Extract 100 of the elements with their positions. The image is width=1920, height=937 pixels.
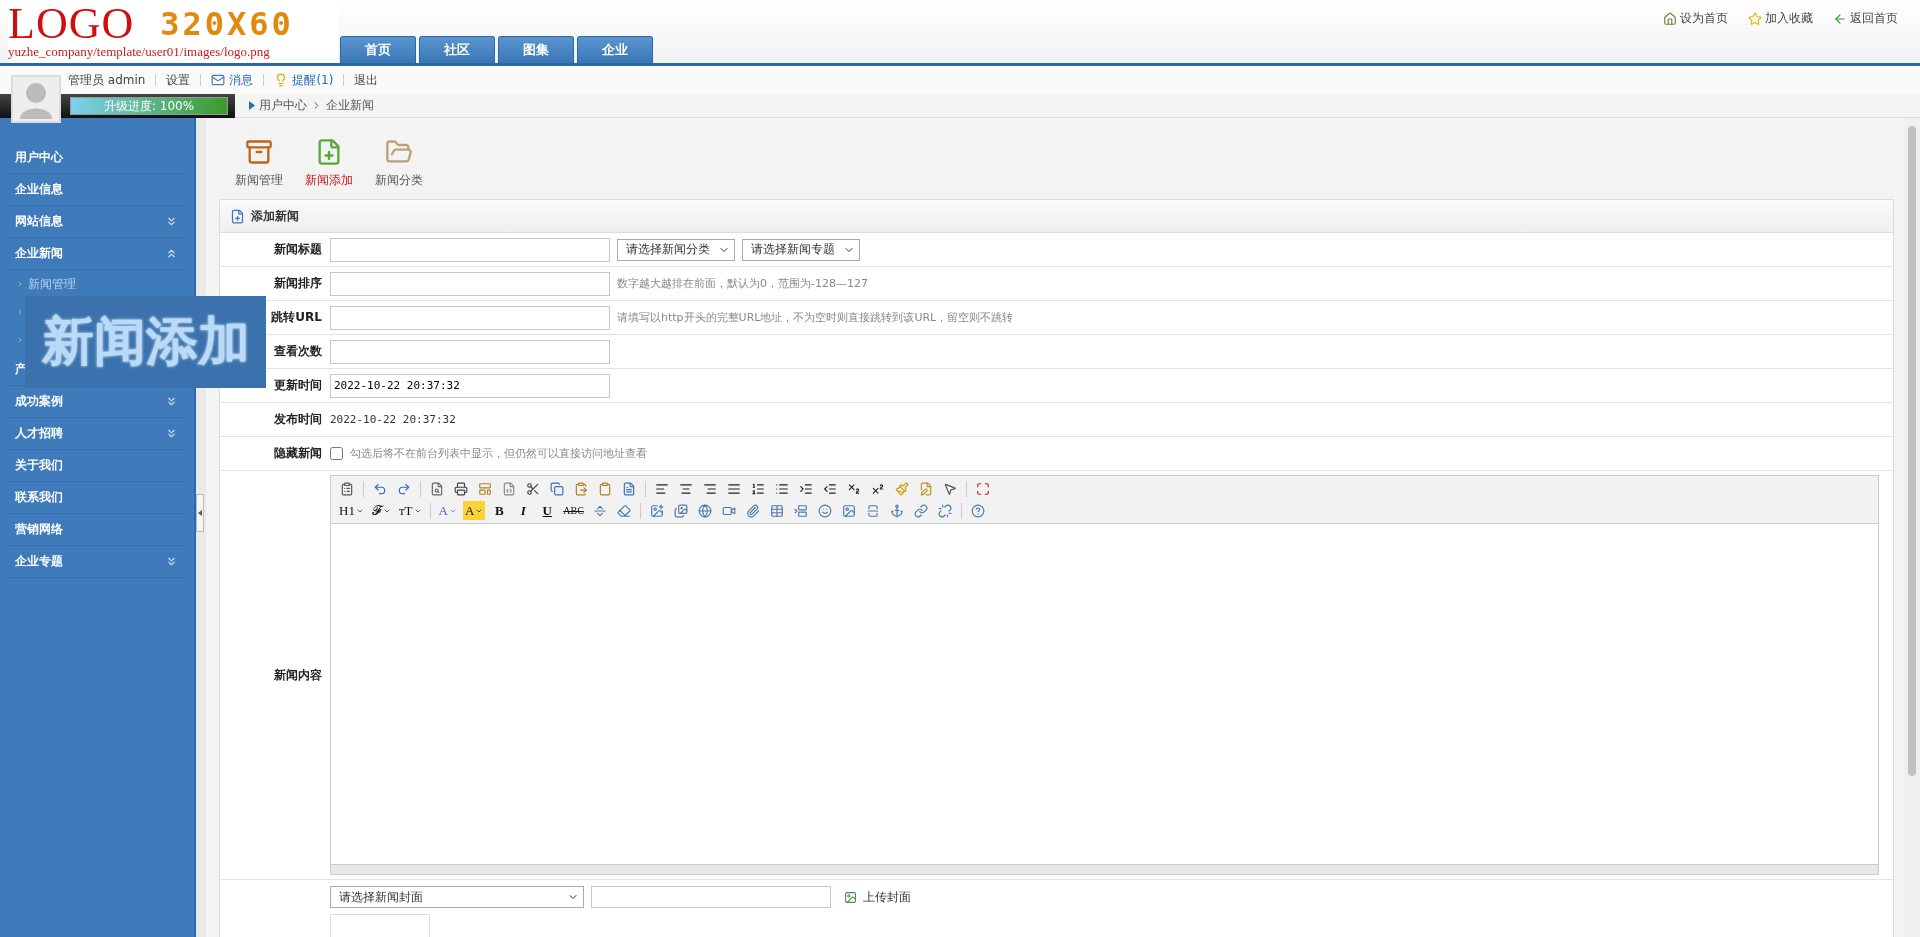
- input-field[interactable]: [330, 237, 610, 262]
- dropdown[interactable]: 请选择新闻封面: [330, 886, 584, 908]
- code-icon: [502, 481, 516, 496]
- top-link[interactable]: 返回首页: [1833, 10, 1898, 27]
- upload-button[interactable]: 上传封面: [838, 887, 917, 907]
- user-menu-link[interactable]: 提醒(1): [274, 71, 334, 89]
- rich-text-editor[interactable]: H1 𝓕 тT A A B I U ABC: [330, 475, 1879, 875]
- top-link[interactable]: 设为首页: [1663, 10, 1728, 27]
- template-icon: [478, 481, 492, 496]
- align-right-icon: [703, 481, 717, 496]
- bold-button[interactable]: B: [489, 501, 510, 520]
- chevron-icon: [16, 308, 24, 316]
- link-icon: [913, 503, 928, 518]
- attachment-icon: [745, 503, 760, 518]
- hint-text: 勾选后将不在前台列表中显示，但仍然可以直接访问地址查看: [350, 446, 647, 461]
- checkbox[interactable]: [330, 447, 343, 460]
- brush-icon: [895, 481, 909, 496]
- globe-icon: [697, 503, 712, 518]
- preview-icon: [430, 481, 444, 496]
- triangle-icon: [249, 101, 255, 110]
- italic-button[interactable]: I: [513, 501, 534, 520]
- tool-button[interactable]: 新闻分类: [371, 134, 427, 193]
- user-menu-link[interactable]: 退出: [354, 71, 379, 89]
- sidebar-item[interactable]: 网站信息: [8, 206, 186, 238]
- insert-row-icon: [793, 503, 808, 518]
- mail-icon: [211, 73, 226, 87]
- user-menu-link[interactable]: 管理员 admin: [68, 71, 146, 89]
- underline-button[interactable]: U: [537, 501, 558, 520]
- sidebar-item[interactable]: 人才招聘: [8, 418, 186, 450]
- field-label: 新闻排序: [274, 275, 322, 292]
- align-left-icon: [655, 481, 669, 496]
- table-icon: [769, 503, 784, 518]
- copy-icon: [550, 481, 564, 496]
- format-menu-button[interactable]: A: [436, 501, 459, 520]
- paste-document-icon: [622, 481, 636, 496]
- sidebar-item[interactable]: 企业信息: [8, 174, 186, 206]
- bullet-list-icon: [775, 481, 789, 496]
- document-edit-icon: [919, 481, 933, 496]
- user-menu-link[interactable]: 消息: [211, 71, 254, 89]
- breadcrumb-item: 企业新闻: [326, 97, 374, 114]
- align-center-icon: [679, 481, 693, 496]
- sidebar-item[interactable]: 企业新闻: [8, 238, 186, 270]
- breadcrumb-item[interactable]: 用户中心: [259, 97, 307, 114]
- highlight-button[interactable]: A: [462, 501, 486, 520]
- hint-text: 请填写以http开头的完整URL地址，不为空时则直接跳转到该URL，留空则不跳转: [617, 310, 1014, 325]
- chevron-icon: [16, 280, 24, 288]
- smiley-icon: [817, 503, 832, 518]
- tool-button[interactable]: 新闻添加: [301, 134, 357, 193]
- collapse-handle[interactable]: [196, 493, 204, 532]
- format-menu-button[interactable]: тT: [396, 501, 424, 520]
- field-label: 跳转URL: [271, 309, 322, 326]
- sidebar-item[interactable]: 用户中心: [8, 142, 186, 174]
- nav-tab[interactable]: 图集: [498, 36, 574, 63]
- outdent-icon: [823, 481, 837, 496]
- sidebar-item[interactable]: 企业专题: [8, 546, 186, 578]
- strikethrough-button[interactable]: ABC: [561, 501, 586, 520]
- format-menu-button[interactable]: 𝓕: [369, 501, 393, 520]
- print-icon: [454, 481, 468, 496]
- field-label: 发布时间: [274, 411, 322, 428]
- top-link[interactable]: 加入收藏: [1748, 10, 1813, 27]
- image-icon: [844, 890, 857, 904]
- images-icon: [673, 503, 688, 518]
- hover-tooltip: 新闻添加: [25, 296, 266, 388]
- house-icon: [1663, 11, 1677, 26]
- dropdown[interactable]: 请选择新闻分类: [617, 238, 735, 261]
- sidebar-item[interactable]: 关于我们: [8, 450, 186, 482]
- tool-button[interactable]: 新闻管理: [231, 134, 287, 193]
- sidebar-item[interactable]: 联系我们: [8, 482, 186, 514]
- format-menu-button[interactable]: H1: [337, 501, 366, 520]
- field-label: 隐藏新闻: [274, 445, 322, 462]
- user-menu-link[interactable]: 设置: [166, 71, 191, 89]
- input-field[interactable]: [330, 305, 610, 330]
- input-field[interactable]: [330, 339, 610, 364]
- nav-tab[interactable]: 企业: [577, 36, 653, 63]
- document-add-icon: [230, 208, 245, 224]
- unlink-icon: [937, 503, 952, 518]
- page-break-icon: [865, 503, 880, 518]
- field-label: 新闻标题: [274, 241, 322, 258]
- cabinet-icon: [245, 138, 273, 166]
- input-field[interactable]: [591, 886, 831, 908]
- nav-tab[interactable]: 首页: [340, 36, 416, 63]
- anchor-icon: [889, 503, 904, 518]
- sidebar-item[interactable]: 营销网络: [8, 514, 186, 546]
- dotted-rule-icon: [592, 503, 607, 518]
- help-icon: [970, 503, 985, 518]
- redo-icon: [397, 481, 411, 496]
- field-value: 2022-10-22 20:37:32: [330, 413, 456, 426]
- field-label: 查看次数: [274, 343, 322, 360]
- nav-tab[interactable]: 社区: [419, 36, 495, 63]
- scrollbar[interactable]: [1904, 118, 1920, 937]
- dropdown[interactable]: 请选择新闻专题: [742, 238, 860, 261]
- input-field[interactable]: 2022-10-22 20:37:32: [330, 373, 610, 398]
- field-label: 新闻内容: [274, 666, 322, 684]
- hint-text: 数字越大越排在前面，默认为0，范围为-128—127: [617, 276, 868, 291]
- superscript-icon: [871, 481, 885, 496]
- cut-icon: [526, 481, 540, 496]
- paste-text-icon: [598, 481, 612, 496]
- input-field[interactable]: [330, 271, 610, 296]
- fullscreen-icon: [976, 481, 990, 496]
- eraser-icon: [616, 503, 631, 518]
